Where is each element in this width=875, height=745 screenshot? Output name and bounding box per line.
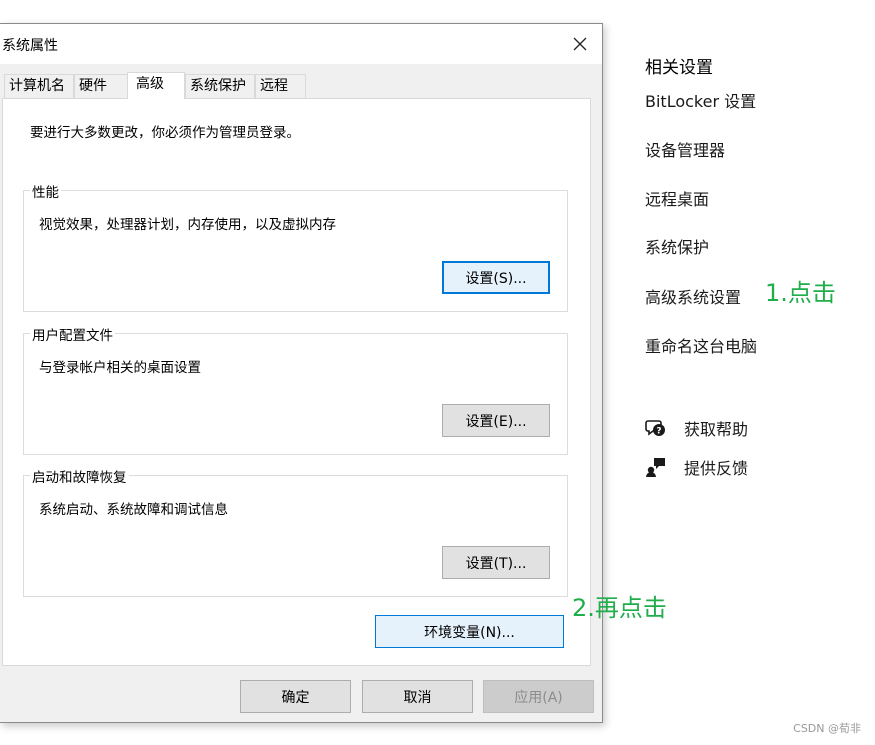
user-profile-group: 用户配置文件 与登录帐户相关的桌面设置 设置(E)... (23, 324, 568, 455)
device-manager-link[interactable]: 设备管理器 (645, 137, 725, 161)
rename-pc-link[interactable]: 重命名这台电脑 (645, 333, 757, 357)
performance-description: 视觉效果，处理器计划，内存使用，以及虚拟内存 (39, 217, 336, 233)
performance-group-title: 性能 (30, 181, 61, 201)
performance-settings-button[interactable]: 设置(S)... (442, 261, 550, 294)
close-icon (573, 37, 587, 51)
tab-advanced[interactable]: 高级 (127, 72, 185, 99)
bitlocker-settings-link[interactable]: BitLocker 设置 (645, 88, 756, 112)
feedback-icon (646, 458, 665, 477)
annotation-step-1: 1.点击 (765, 279, 836, 307)
startup-recovery-group-title: 启动和故障恢复 (30, 466, 129, 486)
title-bar: 系统属性 (0, 24, 602, 64)
startup-recovery-description: 系统启动、系统故障和调试信息 (39, 502, 228, 518)
tab-hardware[interactable]: 硬件 (74, 74, 128, 98)
tab-computer-name[interactable]: 计算机名 (4, 74, 74, 98)
user-profile-group-title: 用户配置文件 (30, 324, 115, 344)
user-profile-settings-button[interactable]: 设置(E)... (442, 404, 550, 437)
advanced-system-settings-link[interactable]: 高级系统设置 (645, 284, 741, 308)
startup-recovery-settings-button[interactable]: 设置(T)... (442, 546, 550, 579)
remote-desktop-link[interactable]: 远程桌面 (645, 186, 709, 210)
dialog-title: 系统属性 (2, 38, 58, 54)
tab-system-protection[interactable]: 系统保护 (185, 74, 255, 98)
performance-group: 性能 视觉效果，处理器计划，内存使用，以及虚拟内存 设置(S)... (23, 181, 568, 312)
close-button[interactable] (562, 28, 598, 60)
apply-button[interactable]: 应用(A) (483, 680, 594, 713)
get-help-label: 获取帮助 (684, 420, 749, 439)
ok-button[interactable]: 确定 (240, 680, 351, 713)
feedback-label: 提供反馈 (684, 459, 749, 478)
annotation-step-2: 2.再点击 (572, 594, 667, 622)
startup-recovery-group: 启动和故障恢复 系统启动、系统故障和调试信息 设置(T)... (23, 466, 568, 597)
watermark: CSDN @荀非 (793, 722, 861, 735)
cancel-button[interactable]: 取消 (362, 680, 473, 713)
get-help-link[interactable]: ? 获取帮助 (645, 416, 748, 440)
user-profile-description: 与登录帐户相关的桌面设置 (39, 360, 201, 376)
related-settings-heading: 相关设置 (645, 58, 713, 78)
feedback-link[interactable]: 提供反馈 (645, 455, 748, 479)
system-properties-dialog: 系统属性 计算机名 硬件 高级 系统保护 远程 要进行大多数更改，你必须作为管理… (0, 23, 603, 723)
system-protection-link[interactable]: 系统保护 (645, 234, 709, 258)
environment-variables-button[interactable]: 环境变量(N)... (375, 615, 564, 648)
svg-text:?: ? (656, 427, 661, 437)
tab-remote[interactable]: 远程 (255, 74, 306, 98)
advanced-tab-panel: 要进行大多数更改，你必须作为管理员登录。 性能 视觉效果，处理器计划，内存使用，… (2, 98, 591, 666)
help-chat-icon: ? (645, 420, 665, 437)
admin-notice: 要进行大多数更改，你必须作为管理员登录。 (30, 125, 300, 141)
